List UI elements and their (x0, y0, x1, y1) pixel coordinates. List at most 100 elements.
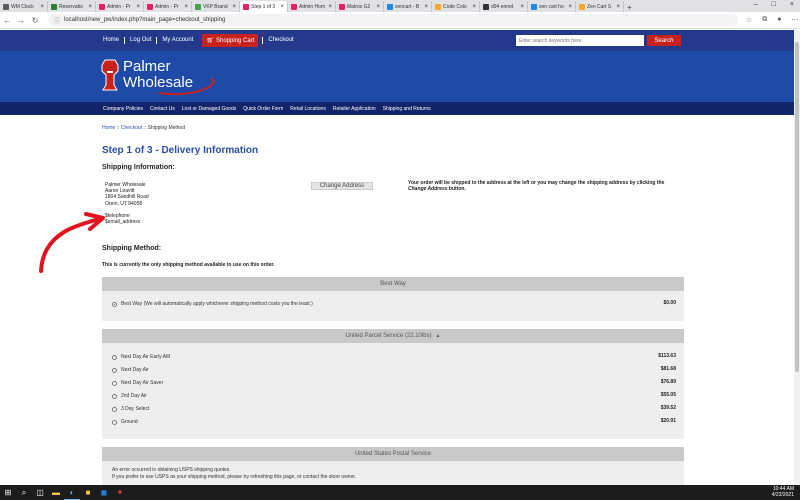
favicon-icon (147, 3, 153, 10)
ups-price: $20.91 (660, 418, 676, 424)
ups-option-next-day-air-saver[interactable]: Next Day Air Saver (112, 380, 163, 386)
radio[interactable] (112, 354, 117, 360)
nav-lost-damaged[interactable]: Lost or Damaged Goods (182, 106, 236, 112)
close-tab-icon[interactable]: × (184, 4, 188, 10)
radio[interactable] (112, 419, 117, 425)
close-window-icon[interactable]: × (790, 1, 794, 8)
windows-start-icon[interactable]: ⊞ (0, 485, 16, 500)
tab-step-1-active[interactable]: Step 1 of 3 × (240, 1, 288, 12)
nav-contact-us[interactable]: Contact Us (150, 106, 175, 112)
best-way-price: $0.00 (663, 300, 676, 306)
nav-retail-locations[interactable]: Retail Locations (290, 106, 326, 112)
search-icon[interactable]: ⌕ (16, 485, 32, 500)
info-icon[interactable]: ⓘ (54, 16, 60, 25)
tab-admin-1[interactable]: Admin - Pr × (96, 1, 144, 12)
tab-d94[interactable]: d94 ennet × (480, 1, 528, 12)
back-icon[interactable]: ← (0, 16, 14, 25)
close-tab-icon[interactable]: × (136, 4, 140, 10)
favorite-star-icon[interactable]: ☆ (746, 16, 752, 24)
close-tab-icon[interactable]: × (376, 4, 380, 10)
breadcrumb: Home :: Checkout :: Shipping Method (102, 125, 186, 131)
nav-shipping-returns[interactable]: Shipping and Returns (383, 106, 431, 112)
close-tab-icon[interactable]: × (424, 4, 428, 10)
address-note: Your order will be shipped to the addres… (408, 180, 665, 192)
scrollbar-thumb[interactable] (795, 42, 799, 372)
forward-icon[interactable]: → (14, 16, 28, 25)
tab-admin-2[interactable]: Admin - Pr × (144, 1, 192, 12)
shopping-cart-button[interactable]: 🛒︎ Shopping Cart (202, 34, 259, 47)
profile-icon[interactable]: ● (777, 16, 781, 24)
reload-icon[interactable]: ↻ (28, 16, 42, 25)
favicon-icon (243, 3, 249, 10)
minimize-icon[interactable]: – (754, 1, 758, 8)
radio[interactable] (112, 380, 117, 386)
ups-option-next-day-air[interactable]: Next Day Air (112, 367, 149, 373)
page-scrollbar[interactable] (794, 30, 800, 485)
my-account-link[interactable]: My Account (157, 37, 198, 44)
tab-admin-home[interactable]: Admin Hom × (288, 1, 336, 12)
ups-option-ground[interactable]: Ground (112, 419, 138, 425)
close-tab-icon[interactable]: × (40, 4, 44, 10)
change-address-button[interactable]: Change Address (311, 182, 373, 190)
palmer-wholesale-logo[interactable]: Palmer Wholesale (99, 57, 229, 97)
only-method-text: This is currently the only shipping meth… (102, 262, 275, 268)
close-tab-icon[interactable]: × (328, 4, 332, 10)
nav-quick-order[interactable]: Quick Order Form (243, 106, 283, 112)
tab-zen-cart-s[interactable]: Zen Cart S × (576, 1, 624, 12)
task-view-icon[interactable]: ◫ (32, 485, 48, 500)
file-explorer-icon[interactable]: ▬ (48, 485, 64, 500)
breadcrumb-checkout[interactable]: Checkout (121, 125, 142, 131)
checkout-link[interactable]: Checkout (262, 37, 298, 44)
favicon-icon (3, 3, 9, 10)
site-top-nav: Home Log Out My Account 🛒︎ Shopping Cart… (0, 30, 800, 51)
close-tab-icon[interactable]: × (472, 4, 476, 10)
app-icon[interactable]: ✦ (112, 485, 128, 500)
nav-company-policies[interactable]: Company Policies (103, 106, 143, 112)
new-tab-icon[interactable]: + (627, 3, 632, 12)
outlook-icon[interactable]: ◼ (96, 485, 112, 500)
ups-title[interactable]: United Parcel Service (22.10lbs) ▲ (102, 329, 684, 343)
tab-vkp-brand[interactable]: VKP Brand × (192, 1, 240, 12)
close-tab-icon[interactable]: × (568, 4, 572, 10)
annotation-arrow-icon (39, 212, 105, 273)
radio[interactable] (112, 406, 117, 412)
nav-retailer-application[interactable]: Retailer Application (333, 106, 376, 112)
search-input[interactable] (516, 35, 644, 46)
url-field[interactable]: ⓘ localhost/new_pw/index.php?main_page=c… (48, 14, 738, 26)
tab-code-colo[interactable]: Code Colo × (432, 1, 480, 12)
ups-option-3-day-select[interactable]: 3 Day Select (112, 406, 149, 412)
ups-option-next-day-air-early[interactable]: Next Day Air Early AM (112, 354, 170, 360)
breadcrumb-home[interactable]: Home (102, 125, 115, 131)
shipping-method-heading: Shipping Method: (102, 245, 162, 252)
folder-icon[interactable]: ■ (80, 485, 96, 500)
best-way-option[interactable]: Best Way (We will automatically apply wh… (112, 301, 313, 307)
toolbar-icons: ☆ ⧉ ● ⋯ (746, 16, 799, 24)
browser-tab-bar: WM Clock × Reservatio × Admin - Pr × Admin … (0, 0, 800, 12)
close-tab-icon[interactable]: × (616, 4, 620, 10)
ups-price: $81.68 (660, 366, 676, 372)
collections-icon[interactable]: ⧉ (762, 16, 767, 24)
menu-dots-icon[interactable]: ⋯ (792, 16, 799, 24)
log-out-link[interactable]: Log Out (125, 37, 158, 44)
tab-reservation[interactable]: Reservatio × (48, 1, 96, 12)
collapse-caret-icon[interactable]: ▲ (436, 333, 441, 339)
tab-matrox[interactable]: Matrox G2 × (336, 1, 384, 12)
close-tab-icon[interactable]: × (520, 4, 524, 10)
tab-zencart-b[interactable]: zencart - B × (384, 1, 432, 12)
close-tab-icon[interactable]: × (88, 4, 92, 10)
system-clock[interactable]: 10:44 AM 4/22/2021 (772, 486, 794, 498)
radio-selected[interactable] (112, 301, 117, 307)
radio[interactable] (112, 393, 117, 399)
edge-browser-icon[interactable]: ◐ (64, 485, 80, 500)
ups-option-2nd-day-air[interactable]: 2nd Day Air (112, 393, 147, 399)
close-tab-icon[interactable]: × (232, 4, 236, 10)
maximize-icon[interactable]: □ (772, 1, 776, 8)
search-button[interactable]: Search (647, 35, 681, 46)
radio[interactable] (112, 367, 117, 373)
home-link[interactable]: Home (98, 37, 126, 44)
favicon-icon (339, 3, 345, 10)
tab-wm-clock[interactable]: WM Clock × (0, 1, 48, 12)
close-tab-icon[interactable]: × (280, 4, 284, 10)
ups-price: $76.89 (660, 379, 676, 385)
tab-zen-cart-ho[interactable]: zen cart ho × (528, 1, 576, 12)
